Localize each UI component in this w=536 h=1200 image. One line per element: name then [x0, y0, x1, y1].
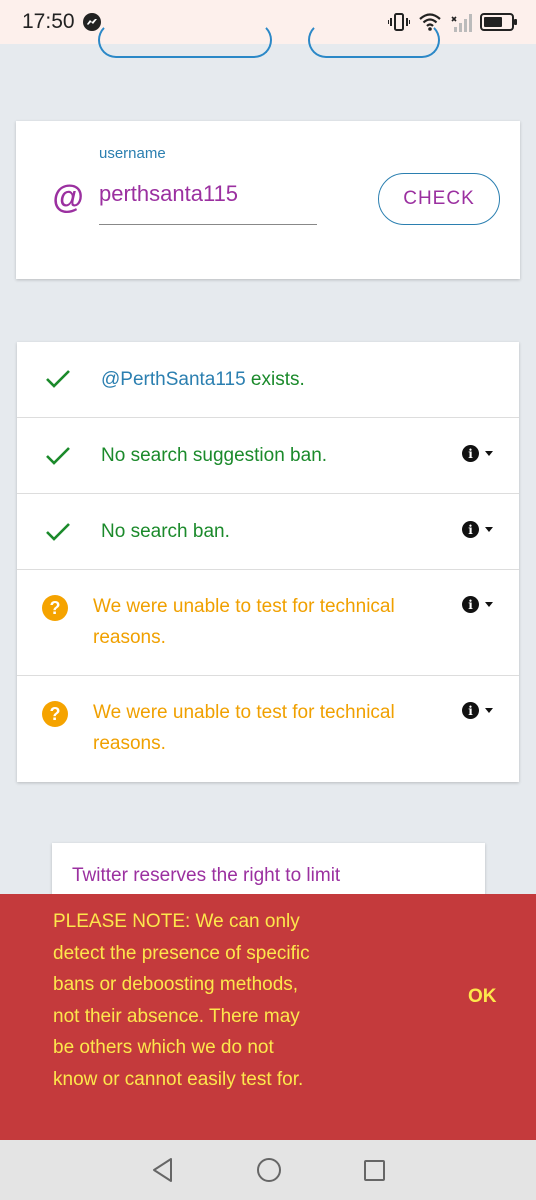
- result-text: We were unable to test for technical reas…: [93, 596, 395, 648]
- info-icon[interactable]: i: [462, 596, 479, 613]
- top-pill-button-left[interactable]: [98, 22, 272, 58]
- caret-down-icon[interactable]: [485, 451, 493, 456]
- info-dropdown[interactable]: i: [462, 445, 493, 462]
- result-text: We were unable to test for technical reas…: [93, 702, 395, 754]
- recents-icon[interactable]: [363, 1159, 385, 1181]
- signal-icon: [451, 14, 472, 32]
- question-icon: ?: [42, 701, 68, 727]
- info-dropdown[interactable]: i: [462, 596, 493, 613]
- result-text: No search suggestion ban.: [101, 445, 328, 466]
- info-dropdown[interactable]: i: [462, 702, 493, 719]
- system-nav-bar: [0, 1140, 536, 1200]
- caret-down-icon[interactable]: [485, 602, 493, 607]
- exists-text: exists.: [245, 369, 305, 390]
- result-row-unknown-1: ? We were unable to test for technical re…: [17, 570, 519, 676]
- info-icon[interactable]: i: [462, 445, 479, 462]
- result-text: @PerthSanta115 exists.: [101, 364, 305, 395]
- result-text: No search ban.: [101, 521, 230, 542]
- top-pill-button-right[interactable]: [308, 22, 440, 58]
- check-icon: [46, 370, 70, 388]
- disclaimer-text: Twitter reserves the right to limit: [72, 865, 341, 886]
- result-row-search-suggestion-ban: No search suggestion ban. i: [17, 418, 519, 494]
- info-icon[interactable]: i: [462, 521, 479, 538]
- caret-down-icon[interactable]: [485, 708, 493, 713]
- result-row-search-ban: No search ban. i: [17, 494, 519, 570]
- results-card: @PerthSanta115 exists. No search suggest…: [17, 342, 519, 782]
- check-button[interactable]: CHECK: [378, 173, 500, 225]
- ok-button[interactable]: OK: [468, 986, 497, 1008]
- handle-link[interactable]: @PerthSanta115: [101, 369, 246, 390]
- battery-icon: [480, 13, 517, 31]
- result-row-unknown-2: ? We were unable to test for technical re…: [17, 676, 519, 782]
- home-icon[interactable]: [257, 1158, 282, 1182]
- notice-snackbar: PLEASE NOTE: We can only detect the pres…: [0, 894, 536, 1140]
- username-input[interactable]: perthsanta115: [99, 181, 238, 207]
- check-icon: [46, 447, 70, 465]
- result-row-exists: @PerthSanta115 exists.: [17, 342, 519, 418]
- messenger-icon: [82, 13, 101, 31]
- info-icon[interactable]: i: [462, 702, 479, 719]
- at-sign-icon: @: [52, 179, 84, 215]
- snackbar-message: PLEASE NOTE: We can only detect the pres…: [53, 911, 310, 1090]
- input-underline: [99, 224, 317, 225]
- status-time: 17:50: [22, 10, 75, 33]
- question-icon: ?: [42, 595, 68, 621]
- username-card: @ username perthsanta115 CHECK: [16, 121, 520, 279]
- info-dropdown[interactable]: i: [462, 521, 493, 538]
- username-label: username: [99, 145, 166, 162]
- back-icon[interactable]: [151, 1157, 175, 1183]
- caret-down-icon[interactable]: [485, 527, 493, 532]
- check-icon: [46, 523, 70, 541]
